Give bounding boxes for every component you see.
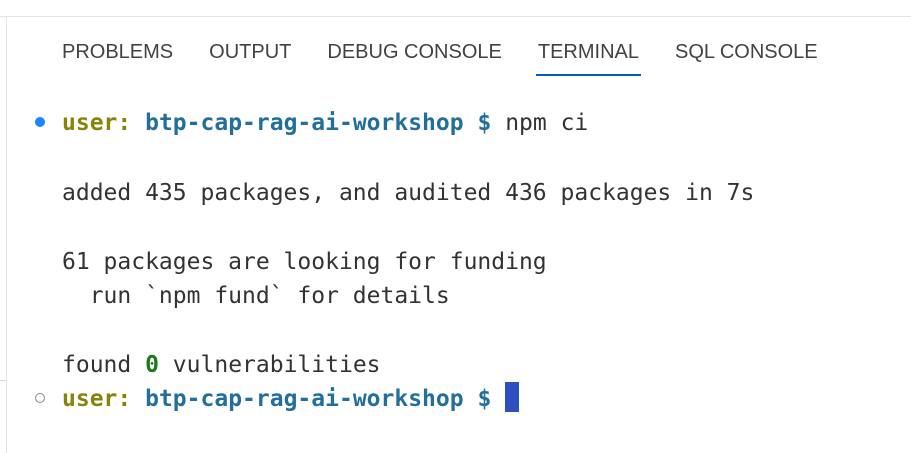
tab-debug-console[interactable]: DEBUG CONSOLE bbox=[315, 30, 513, 74]
prompt-directory: btp-cap-rag-ai-workshop bbox=[145, 110, 464, 136]
tab-sql-console[interactable]: SQL CONSOLE bbox=[663, 30, 830, 74]
terminal-cursor bbox=[505, 382, 520, 412]
sash-divider[interactable] bbox=[0, 380, 6, 381]
prompt-symbol: $ bbox=[477, 386, 492, 412]
prompt-user: user: bbox=[62, 110, 132, 136]
output-fund-hint-line: run `npm fund` for details bbox=[62, 283, 450, 309]
prompt-directory: btp-cap-rag-ai-workshop bbox=[145, 386, 464, 412]
command-success-decoration-icon[interactable] bbox=[35, 117, 45, 127]
output-vulnerabilities-line: found 0 vulnerabilities bbox=[62, 348, 381, 382]
vulnerability-count: 0 bbox=[145, 352, 159, 378]
terminal-prompt-line-current: user: btp-cap-rag-ai-workshop $ bbox=[62, 382, 520, 416]
found-suffix: vulnerabilities bbox=[158, 352, 381, 378]
output-added-line: added 435 packages, and audited 436 pack… bbox=[62, 180, 755, 206]
panel-left-border bbox=[6, 16, 7, 453]
tab-terminal[interactable]: TERMINAL bbox=[526, 30, 651, 76]
prompt-user: user: bbox=[62, 386, 132, 412]
prompt-symbol: $ bbox=[477, 110, 492, 136]
output-funding-line: 61 packages are looking for funding bbox=[62, 249, 547, 275]
panel-top-border bbox=[0, 16, 911, 17]
tab-problems[interactable]: PROBLEMS bbox=[50, 30, 185, 74]
tab-output[interactable]: OUTPUT bbox=[197, 30, 303, 74]
panel-tab-bar: PROBLEMS OUTPUT DEBUG CONSOLE TERMINAL S… bbox=[50, 30, 842, 76]
found-prefix: found bbox=[62, 352, 146, 378]
terminal-panel: PROBLEMS OUTPUT DEBUG CONSOLE TERMINAL S… bbox=[0, 0, 911, 453]
command-pending-decoration-icon[interactable] bbox=[35, 393, 45, 403]
terminal-prompt-line: user: btp-cap-rag-ai-workshop $ npm ci bbox=[62, 106, 588, 140]
prompt-command: npm ci bbox=[505, 110, 589, 136]
